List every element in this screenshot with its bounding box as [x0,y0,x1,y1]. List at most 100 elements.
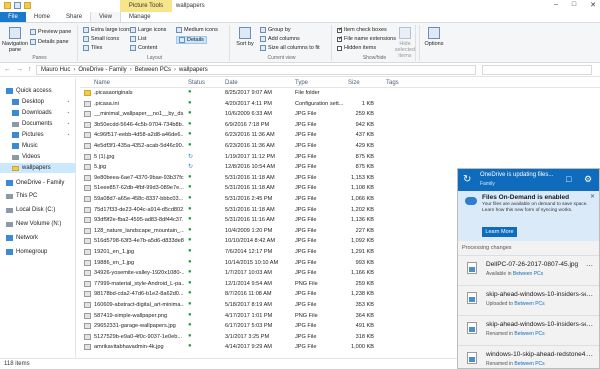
table-row[interactable]: 5 (1).jpg ↻ 1/19/2017 11:12 PM JPG File 875 … [80,153,600,161]
sidebar-item-documents[interactable]: Documents ⋆ [0,119,76,129]
table-row[interactable]: 4c96f517-eebb-4d58-a2d8-a46de6... ● 6/23/2… [80,131,600,139]
more-options-icon[interactable]: ⋯ [586,322,593,330]
size-columns-button[interactable]: Size all columns to fit [260,45,320,51]
breadcrumb-item[interactable]: OneDrive - Family [78,67,126,73]
activity-folder-link[interactable]: Between PCs [514,331,544,337]
image-file-icon [84,153,91,160]
synced-check-icon: ● [188,205,192,212]
learn-more-button[interactable]: Learn More [482,227,517,237]
breadcrumb-item[interactable]: Mauro Huc [41,67,70,73]
sort-by-button[interactable]: Sort by [234,27,256,47]
content-button[interactable]: Content [130,45,157,51]
list-button[interactable]: List [130,36,147,42]
pin-icon[interactable]: ⋆ [67,110,70,116]
drive-icon [6,207,13,213]
file-name: 51eee857-62db-4fbf-99d3-089e7e... [94,185,184,192]
onedrive-account: Family [480,181,495,187]
column-header-tags[interactable]: Tags [386,80,399,86]
table-row[interactable]: .picasa.ini ● 4/20/2017 4:11 PM Configurati… [80,100,600,108]
pin-icon[interactable]: ⋆ [67,121,70,127]
file-size: 875 KB [355,153,374,160]
settings-gear-icon[interactable]: ⚙ [584,174,592,185]
activity-item[interactable]: skip-ahead-windows-10-insiders-se... Uplo… [458,285,599,315]
up-arrow-icon[interactable]: ↑ [28,66,32,73]
close-icon[interactable]: ✕ [590,193,595,200]
more-options-icon[interactable]: ⋯ [586,352,593,360]
extra-large-icons-button[interactable]: Extra large icons [83,27,132,33]
tab-manage[interactable]: Manage [121,12,159,22]
more-options-icon[interactable]: ⋯ [586,262,593,270]
activity-item[interactable]: windows-10-skip-ahead-redstone4... Rename… [458,345,599,369]
folder-icon[interactable] [4,2,11,9]
quick-access-toolbar [4,2,31,9]
sidebar-item-new-volume[interactable]: New Volume (N:) [0,219,76,229]
sidebar-item-wallpapers[interactable]: wallpapers [0,163,76,173]
hidden-items-toggle[interactable]: Hidden items [337,45,376,51]
breadcrumb-item[interactable]: wallpapers [179,67,208,73]
file-name: 587419-simple-wallpaper.png [94,312,168,319]
add-columns-button[interactable]: Add columns [260,36,300,42]
column-header-type[interactable]: Type [295,80,308,86]
sidebar-item-desktop[interactable]: Desktop ⋆ [0,97,76,107]
column-header-status[interactable]: Status [188,80,205,86]
sidebar-item-downloads[interactable]: Downloads ⋆ [0,108,76,118]
sidebar-item-music[interactable]: Music [0,141,76,151]
sidebar-item-pictures[interactable]: Pictures ⋆ [0,130,76,140]
table-row[interactable]: __minimal_wallpaper__no1__by_ds... ● 10/6/… [80,110,600,118]
tab-share[interactable]: Share [58,12,90,22]
sidebar-item-this-pc[interactable]: This PC [0,191,76,201]
pin-icon[interactable]: ⋆ [67,132,70,138]
tab-file[interactable]: File [0,12,26,22]
column-header-size[interactable]: Size [348,80,360,86]
sidebar-item-homegroup[interactable]: Homegroup [0,247,76,257]
activity-folder-link[interactable]: Between PCs [514,361,544,367]
details-view-button[interactable]: Details [176,36,207,44]
search-input[interactable] [482,65,592,75]
activity-folder-link[interactable]: Between PCs [513,271,543,277]
group-by-button[interactable]: Group by [260,27,291,33]
image-file-icon [467,292,477,304]
maximize-icon[interactable]: □ [572,1,576,9]
sidebar-item-videos[interactable]: Videos [0,152,76,162]
forward-arrow-icon[interactable]: → [16,66,23,73]
preview-pane-button[interactable]: Preview pane [30,29,71,35]
item-check-boxes-toggle[interactable]: Item check boxes [337,26,387,33]
table-row[interactable]: 3b50ecdd-5646-4c5b-9704-734b8b... ● 6/9/20… [80,121,600,129]
properties-icon[interactable] [14,2,21,9]
table-row[interactable]: 4e5df3f1-435a-4352-acab-5d46c90... ● 6/23/… [80,142,600,150]
tab-view[interactable]: View [90,12,121,22]
more-options-icon[interactable]: ⋯ [586,292,593,300]
new-folder-icon[interactable] [24,2,31,9]
pin-icon[interactable]: ⋆ [67,99,70,105]
breadcrumb-item[interactable]: Between PCs [135,67,171,73]
open-folder-icon[interactable]: □ [566,174,571,184]
image-file-icon [84,100,91,107]
image-file-icon [84,344,91,351]
details-pane-button[interactable]: Details pane [30,39,69,45]
table-row[interactable]: .picasaoriginals ● 8/25/2017 9:07 AM File f… [80,89,600,97]
tab-home[interactable]: Home [26,12,58,22]
large-icons-button[interactable]: Large icons [130,27,166,33]
sidebar-item-onedrive[interactable]: OneDrive - Family [0,178,76,188]
small-icons-button[interactable]: Small icons [83,36,119,42]
activity-folder-link[interactable]: Between PCs [514,301,544,307]
column-header-name[interactable]: Name [94,80,110,86]
close-icon[interactable]: ✕ [590,1,596,9]
sidebar-item-quick-access[interactable]: Quick access [0,86,76,96]
activity-item[interactable]: skip-ahead-windows-10-insiders-se... Rena… [458,315,599,345]
file-name: 516d5798-63f3-4e7b-a5d6-d833de8... [94,238,184,245]
sidebar-item-local-disk[interactable]: Local Disk (C:) [0,205,76,215]
medium-icons-button[interactable]: Medium icons [176,27,218,33]
breadcrumb[interactable]: Mauro Huc › OneDrive - Family › Between PC… [36,65,476,75]
current-view-group-label: Current view [267,55,296,61]
minimize-icon[interactable]: – [554,1,558,9]
activity-file-name: windows-10-skip-ahead-redstone4... [486,351,586,358]
tiles-button[interactable]: Tiles [83,45,102,51]
activity-item[interactable]: DellPC-07-26-2017-0807-45.jpg Available i… [458,255,599,285]
navigation-pane-button[interactable]: Navigation pane [2,27,28,53]
sidebar-item-network[interactable]: Network [0,233,76,243]
hide-selected-items-button[interactable]: Hide selected items [391,27,419,59]
column-header-date[interactable]: Date [225,80,238,86]
options-button[interactable]: Options [422,27,446,47]
back-arrow-icon[interactable]: ← [4,66,11,73]
